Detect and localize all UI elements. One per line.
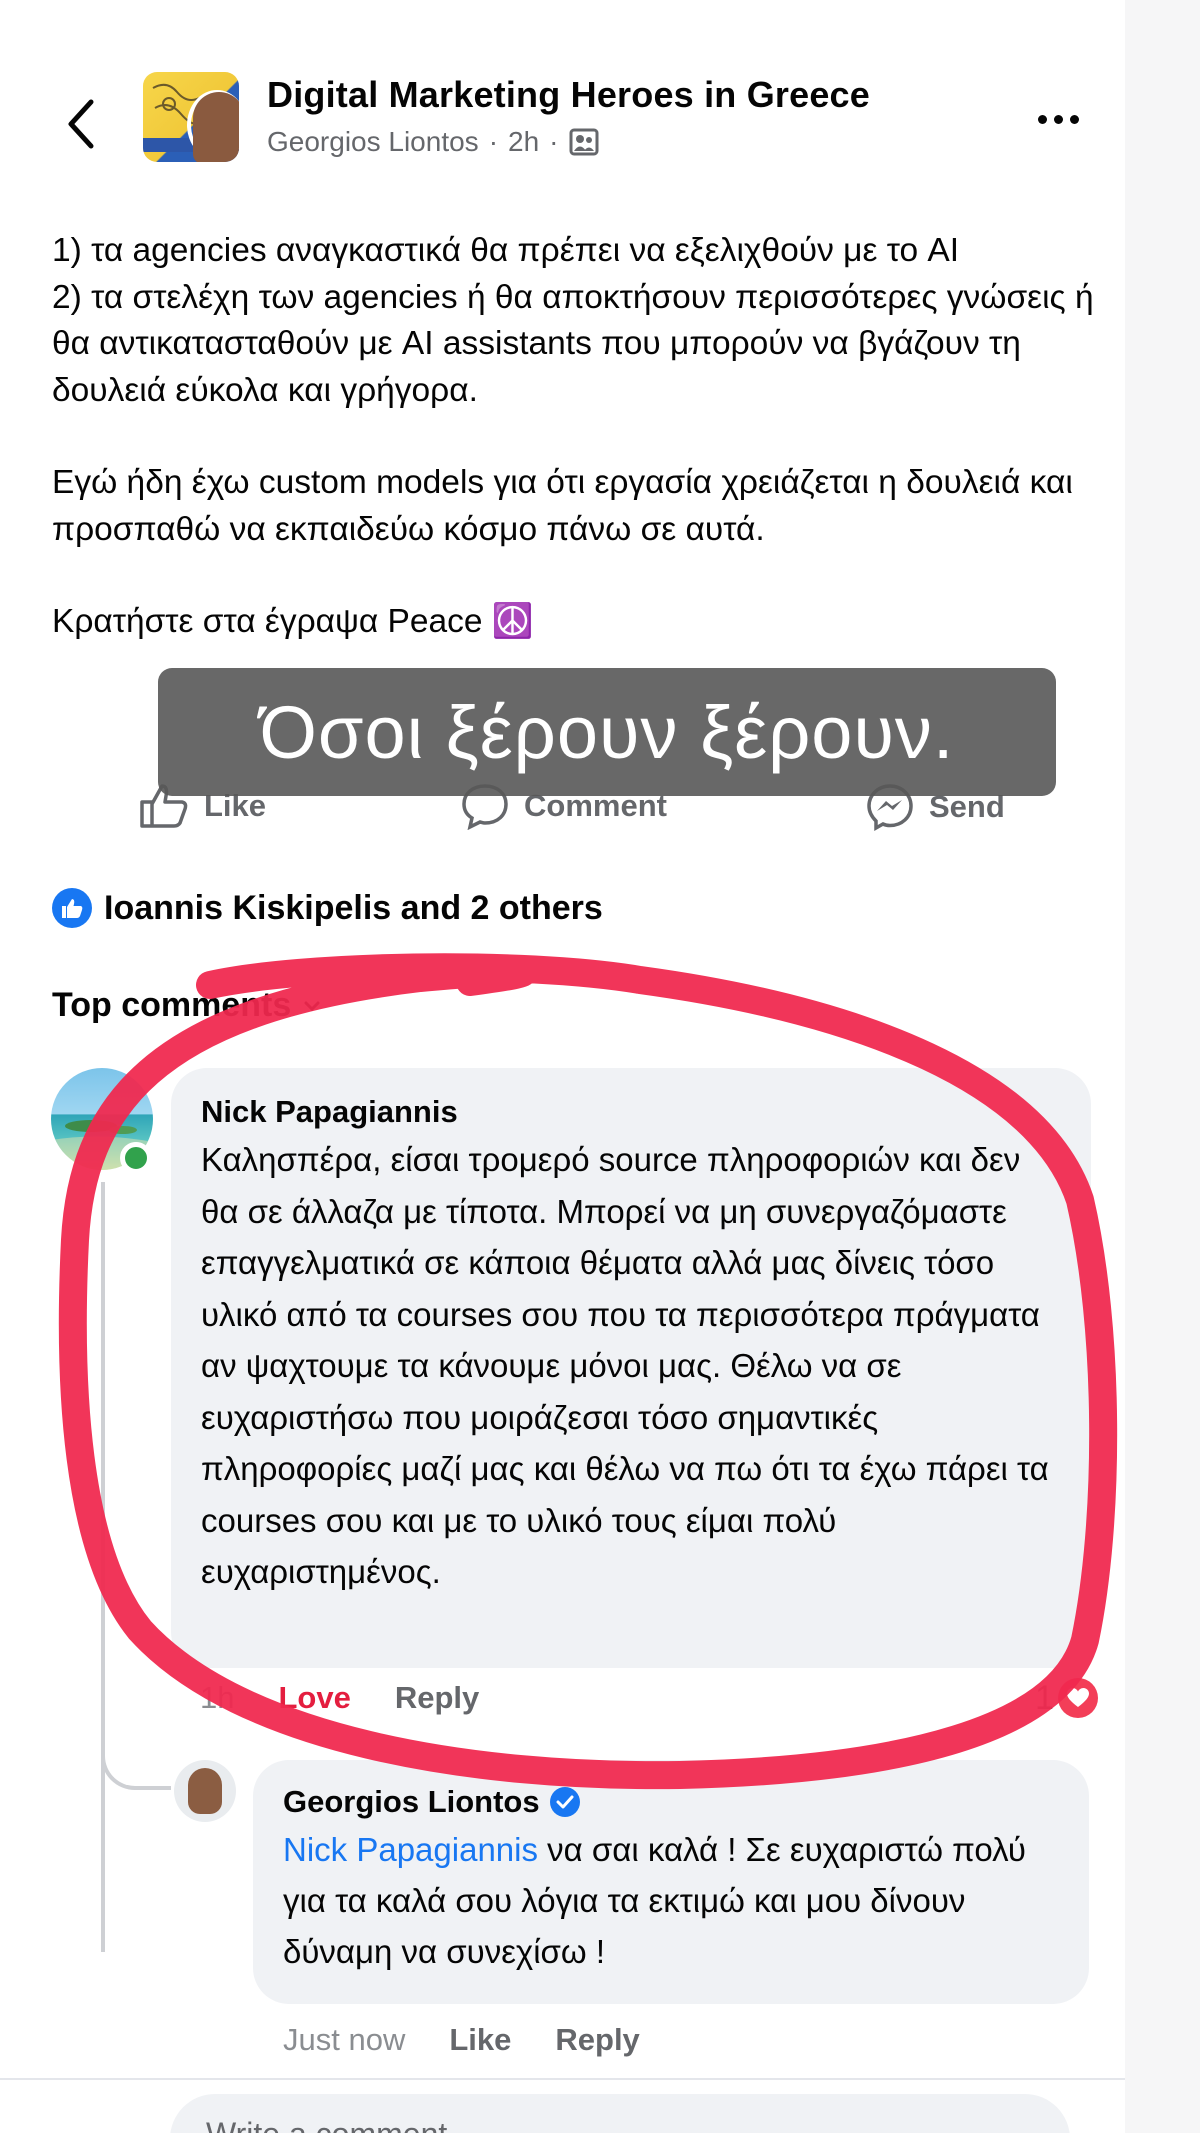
dot-icon xyxy=(1054,115,1063,124)
reply-author[interactable]: Georgios Liontos xyxy=(283,1780,1059,1824)
reply-like-button[interactable]: Like xyxy=(449,2022,511,2058)
reactions-summary[interactable]: Ioannis Kiskipelis and 2 others xyxy=(52,888,603,928)
love-reaction-button[interactable]: Love xyxy=(278,1680,350,1716)
story-caption-overlay: Όσοι ξέρουν ξέρουν. xyxy=(158,668,1056,796)
author-photo xyxy=(188,1768,222,1814)
meta-separator: · xyxy=(488,126,499,157)
reply-reply-button[interactable]: Reply xyxy=(555,2022,639,2058)
back-button[interactable] xyxy=(52,92,108,156)
post-page: Digital Marketing Heroes in Greece Georg… xyxy=(0,0,1125,2133)
reaction-count-number: 1 xyxy=(1035,1678,1054,1717)
post-line: 1) τα agencies αναγκαστικά θα πρέπει να … xyxy=(52,232,960,269)
reply-actions: Just now Like Reply xyxy=(283,2022,640,2058)
right-gutter xyxy=(1125,0,1200,2133)
chevron-left-icon xyxy=(68,99,94,149)
reply-author-avatar[interactable] xyxy=(174,1760,236,1822)
dot-icon xyxy=(1038,115,1047,124)
heart-icon xyxy=(1057,1678,1098,1718)
comment-sort-label: Top comments xyxy=(52,986,292,1024)
dot-icon xyxy=(1070,115,1079,124)
comment-bubble[interactable]: Nick Papagiannis Καλησπέρα, είσαι τρομερ… xyxy=(171,1068,1091,1668)
comment-input[interactable]: Write a comment... xyxy=(170,2094,1070,2133)
comment-actions: 1h Love Reply xyxy=(200,1680,479,1716)
reply-bubble[interactable]: Georgios Liontos Nick Papagiannis να σαι… xyxy=(253,1760,1089,2004)
comment-reaction-count[interactable]: 1 xyxy=(1035,1678,1098,1718)
reactions-text: Ioannis Kiskipelis and 2 others xyxy=(104,888,603,927)
group-members-icon xyxy=(569,128,598,156)
verified-badge-icon xyxy=(549,1787,580,1817)
post-time[interactable]: 2h xyxy=(508,126,539,158)
comment-author[interactable]: Nick Papagiannis xyxy=(201,1090,1061,1134)
post-line: Κρατήστε στα έγραψα Peace ☮️ xyxy=(52,603,534,640)
comment-sort-dropdown[interactable]: Top comments xyxy=(52,986,321,1025)
chevron-down-icon xyxy=(304,1001,320,1011)
online-status-indicator xyxy=(120,1142,152,1174)
reply-button[interactable]: Reply xyxy=(395,1680,479,1716)
group-title[interactable]: Digital Marketing Heroes in Greece xyxy=(267,74,870,116)
reply-author-name: Georgios Liontos xyxy=(283,1784,540,1819)
post-line: Εγώ ήδη έχω custom models για ότι εργασί… xyxy=(52,464,1073,548)
comment-text: Καλησπέρα, είσαι τρομερό source πληροφορ… xyxy=(201,1141,1049,1590)
author-name[interactable]: Georgios Liontos xyxy=(267,126,479,158)
author-photo xyxy=(193,92,239,162)
like-reaction-icon xyxy=(52,888,92,928)
group-avatar[interactable] xyxy=(143,72,239,162)
more-options-button[interactable] xyxy=(1038,115,1079,124)
comment-time: 1h xyxy=(200,1680,235,1715)
post-meta: Georgios Liontos · 2h · xyxy=(267,126,599,158)
thread-line xyxy=(101,1182,105,1952)
reply-text: Nick Papagiannis να σαι καλά ! Σε ευχαρι… xyxy=(283,1824,1059,1977)
post-text: 1) τα agencies αναγκαστικά θα πρέπει να … xyxy=(52,228,1102,646)
thread-connector xyxy=(101,1700,171,1790)
mention-link[interactable]: Nick Papagiannis xyxy=(283,1831,538,1868)
post-line: 2) τα στελέχη των agencies ή θα αποκτήσο… xyxy=(52,278,1094,409)
reply-time: Just now xyxy=(283,2022,406,2057)
meta-separator-2: · xyxy=(549,126,559,157)
